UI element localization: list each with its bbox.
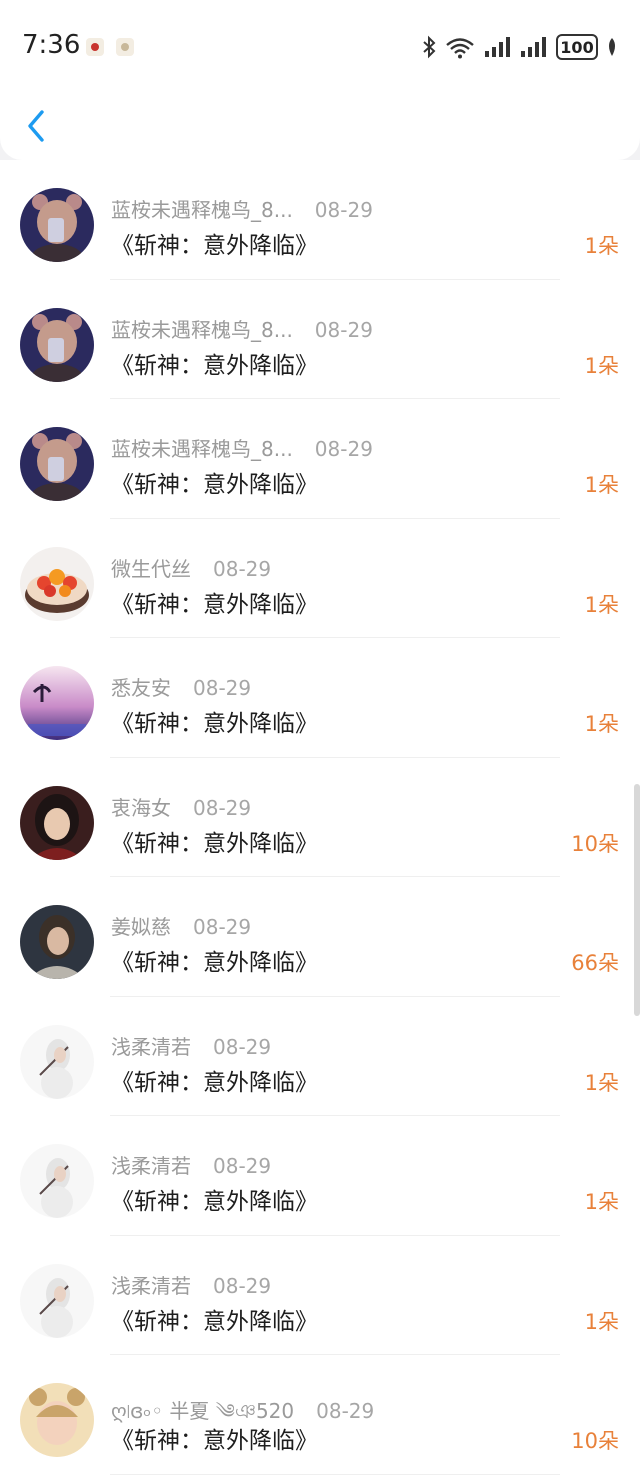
list-item[interactable]: 蓝桉未遇释槐鸟_8... 08-29 《斩神：意外降临》 1朵 [0,160,640,280]
book-title: 《斩神：意外降临》 [111,352,318,379]
date: 08-29 [213,1154,272,1178]
wifi-icon [446,38,474,59]
book-title: 《斩神：意外降临》 [111,1189,318,1215]
avatar[interactable] [20,666,94,740]
signal-icon [521,37,546,57]
system-icons: 100 [422,32,618,62]
flower-count: 1朵 [584,353,619,378]
book-title: 《斩神：意外降临》 [111,591,318,618]
list-item[interactable]: 衷海女 08-29 《斩神：意外降临》 10朵 [0,757,640,877]
user-name: 衷海女 [111,795,171,820]
clock: 7:36 [22,30,81,60]
avatar[interactable] [20,1383,94,1457]
header [0,96,640,160]
avatar[interactable] [20,427,94,501]
back-button[interactable] [18,106,54,146]
book-title: 《斩神：意外降临》 [111,950,318,976]
avatar[interactable] [20,188,94,262]
list-item[interactable]: ღ৷ɞ৹◦ 半夏 ༄ঞ520 08-29 《斩神：意外降临》 10朵 [0,1355,640,1475]
signal-icon [485,37,510,57]
avatar[interactable] [20,546,94,621]
avatar[interactable] [20,1144,94,1218]
gift-record-list: 蓝桉未遇释槐鸟_8... 08-29 《斩神：意外降临》 1朵 蓝桉未遇释槐鸟_8… [0,160,640,1475]
flower-count: 66朵 [571,951,619,975]
avatar[interactable] [20,1024,94,1099]
flower-count: 1朵 [584,712,619,736]
list-item[interactable]: 浅柔清若 08-29 《斩神：意外降临》 1朵 [0,1116,640,1236]
date: 08-29 [314,198,373,222]
avatar[interactable] [20,905,94,979]
date: 08-29 [213,556,272,581]
flower-count: 1朵 [584,473,619,497]
avatar[interactable] [20,307,94,382]
book-title: 《斩神：意外降临》 [111,830,318,857]
user-name: ღ৷ɞ৹◦ 半夏 ༄ঞ520 [111,1399,295,1423]
user-name: 悉友安 [111,676,171,700]
date: 08-29 [314,317,373,342]
chevron-left-icon [28,110,44,142]
flower-count: 1朵 [584,1190,619,1214]
avatar[interactable] [20,1263,94,1338]
leaf-icon [609,38,615,56]
user-name: 姜姒慈 [111,915,171,939]
book-title: 《斩神：意外降临》 [111,233,318,259]
date: 08-29 [316,1399,375,1423]
app-notification-icon [116,38,134,56]
flower-count: 1朵 [584,234,619,258]
list-item[interactable]: 蓝桉未遇释槐鸟_8... 08-29 《斩神：意外降临》 1朵 [0,399,640,519]
book-title: 《斩神：意外降临》 [111,1428,318,1454]
book-title: 《斩神：意外降临》 [111,472,318,498]
user-name: 浅柔清若 [111,1273,191,1298]
user-name: 蓝桉未遇释槐鸟_8... [111,437,293,461]
book-title: 《斩神：意外降临》 [111,1308,318,1335]
scrollbar[interactable] [634,784,640,1016]
book-title: 《斩神：意外降临》 [111,711,318,737]
date: 08-29 [193,795,252,820]
user-name: 微生代丝 [111,556,191,581]
flower-count: 1朵 [584,1070,619,1095]
list-item[interactable]: 浅柔清若 08-29 《斩神：意外降临》 1朵 [0,1235,640,1355]
user-name: 蓝桉未遇释槐鸟_8... [111,198,293,222]
user-name: 蓝桉未遇释槐鸟_8... [111,317,293,342]
flower-count: 10朵 [571,1429,619,1453]
avatar[interactable] [20,785,94,860]
date: 08-29 [193,676,252,700]
bluetooth-icon [423,35,436,59]
user-name: 浅柔清若 [111,1154,191,1178]
list-item[interactable]: 悉友安 08-29 《斩神：意外降临》 1朵 [0,638,640,758]
date: 08-29 [213,1034,272,1059]
flower-count: 10朵 [571,831,619,856]
app-notification-icon [86,38,104,56]
date: 08-29 [314,437,373,461]
user-name: 浅柔清若 [111,1034,191,1059]
list-item[interactable]: 浅柔清若 08-29 《斩神：意外降临》 1朵 [0,996,640,1116]
flower-count: 1朵 [584,1309,619,1334]
flower-count: 1朵 [584,592,619,617]
date: 08-29 [193,915,252,939]
date: 08-29 [213,1273,272,1298]
list-item[interactable]: 姜姒慈 08-29 《斩神：意外降临》 66朵 [0,877,640,997]
battery-icon: 100 [556,34,598,60]
book-title: 《斩神：意外降临》 [111,1069,318,1096]
list-item[interactable]: 蓝桉未遇释槐鸟_8... 08-29 《斩神：意外降临》 1朵 [0,279,640,399]
list-item[interactable]: 微生代丝 08-29 《斩神：意外降临》 1朵 [0,518,640,638]
status-bar: 7:36 100 [0,0,640,96]
